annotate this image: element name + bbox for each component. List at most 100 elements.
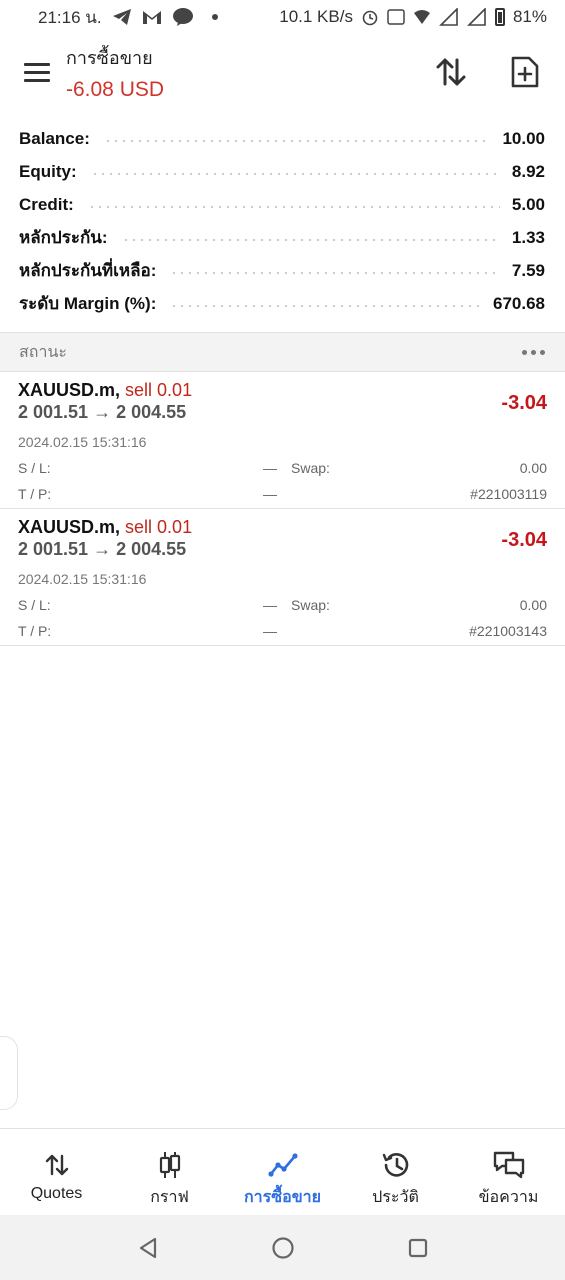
- summary-value: 670.68: [493, 293, 545, 313]
- summary-label: ระดับ Margin (%):: [19, 294, 157, 313]
- wifi-icon: [413, 9, 431, 25]
- position-details: S / L: — Swap: 0.00 T / P: — #221003119: [18, 460, 547, 512]
- position-time: 2024.02.15 15:31:16: [18, 571, 147, 587]
- position-profit: -3.04: [501, 392, 547, 414]
- home-circle-icon: [271, 1236, 294, 1259]
- quotes-arrows-icon: [44, 1149, 70, 1181]
- tp-label: T / P:: [18, 486, 52, 502]
- nav-label: ข้อความ: [478, 1189, 539, 1206]
- summary-row-margin: หลักประกัน: 1.33: [0, 221, 565, 254]
- dotted-leader: [170, 304, 481, 307]
- summary-label: หลักประกัน:: [19, 228, 108, 247]
- gmail-icon: [142, 9, 162, 25]
- tp-value: —: [263, 623, 277, 639]
- menu-button[interactable]: [24, 52, 64, 92]
- trade-line-icon: [267, 1149, 298, 1181]
- sort-button[interactable]: [433, 54, 469, 90]
- app-header: การซื้อขาย -6.08 USD: [0, 34, 565, 110]
- new-order-button[interactable]: [507, 54, 543, 90]
- battery-icon: [494, 8, 505, 26]
- ticket-number: #221003119: [470, 486, 547, 502]
- candlestick-chart-icon: [157, 1149, 183, 1181]
- summary-value: 8.92: [511, 161, 545, 181]
- line-app-icon: [172, 7, 194, 27]
- sort-arrows-icon: [436, 58, 466, 86]
- summary-row-balance: Balance: 10.00: [0, 122, 565, 155]
- messages-icon: [492, 1149, 526, 1181]
- summary-row-margin-level: ระดับ Margin (%): 670.68: [0, 287, 565, 320]
- dotted-leader: [87, 205, 500, 208]
- position-symbol: XAUUSD.m,: [18, 380, 121, 400]
- nav-trade[interactable]: การซื้อขาย: [226, 1129, 339, 1215]
- swap-label: Swap:: [291, 460, 330, 476]
- status-time: 21:16 น.: [38, 7, 102, 27]
- history-clock-icon: [381, 1149, 411, 1181]
- home-button[interactable]: [263, 1228, 303, 1268]
- summary-row-equity: Equity: 8.92: [0, 155, 565, 188]
- recents-square-icon: [408, 1238, 427, 1257]
- side-panel-handle[interactable]: [0, 1036, 18, 1110]
- dotted-leader: [90, 172, 500, 175]
- signal-1-icon: [439, 8, 459, 26]
- sl-value: —: [263, 597, 277, 613]
- position-details: S / L: — Swap: 0.00 T / P: — #221003143: [18, 597, 547, 649]
- nav-history[interactable]: ประวัติ: [339, 1129, 452, 1215]
- new-document-icon: [511, 56, 539, 88]
- nav-chart[interactable]: กราฟ: [113, 1129, 226, 1215]
- dotted-leader: [121, 238, 500, 241]
- position-side: sell 0.01: [125, 380, 193, 400]
- alarm-icon: [361, 8, 379, 26]
- title-block: การซื้อขาย -6.08 USD: [66, 43, 164, 102]
- more-options-icon[interactable]: [522, 349, 545, 355]
- tp-value: —: [263, 486, 277, 502]
- battery-percent: 81%: [512, 7, 547, 26]
- summary-value: 5.00: [511, 194, 545, 214]
- telegram-icon: [112, 8, 132, 26]
- section-title: สถานะ: [19, 343, 67, 361]
- signal-2-icon: [467, 8, 487, 26]
- summary-label: Credit:: [19, 194, 74, 214]
- nav-label: การซื้อขาย: [243, 1189, 322, 1206]
- positions-list: XAUUSD.m, sell 0.01 2 001.51 → 2 004.55 …: [0, 372, 565, 646]
- position-side: sell 0.01: [125, 517, 193, 537]
- tp-label: T / P:: [18, 623, 52, 639]
- swap-value: 0.00: [519, 460, 547, 476]
- summary-label: หลักประกันที่เหลือ:: [19, 261, 157, 280]
- ticket-number: #221003143: [469, 623, 547, 639]
- position-profit: -3.04: [501, 529, 547, 551]
- position-item[interactable]: XAUUSD.m, sell 0.01 2 001.51 → 2 004.55 …: [0, 509, 565, 646]
- back-triangle-icon: [139, 1237, 156, 1258]
- notification-dot-icon: [211, 14, 218, 20]
- position-symbol: XAUUSD.m,: [18, 517, 121, 537]
- summary-value: 7.59: [511, 260, 545, 280]
- summary-value: 1.33: [511, 227, 545, 247]
- nav-messages[interactable]: ข้อความ: [452, 1129, 565, 1215]
- bottom-navigation: Quotes กราฟ การซื้อขาย ประวัติ ข้อความ: [0, 1128, 565, 1215]
- recents-button[interactable]: [398, 1228, 438, 1268]
- summary-label: Balance:: [19, 128, 90, 148]
- dotted-leader: [103, 139, 491, 142]
- balance-change: -6.08 USD: [66, 77, 165, 101]
- network-speed: 10.1 KB/s: [279, 7, 353, 26]
- nav-quotes[interactable]: Quotes: [0, 1129, 113, 1215]
- summary-value: 10.00: [502, 128, 545, 148]
- page-title: การซื้อขาย: [66, 47, 153, 68]
- summary-row-free-margin: หลักประกันที่เหลือ: 7.59: [0, 254, 565, 287]
- dotted-leader: [170, 271, 500, 274]
- system-navigation-bar: [0, 1215, 565, 1280]
- status-bar: 21:16 น. 10.1 KB/s 81%: [0, 0, 565, 34]
- position-prices: 2 001.51 → 2 004.55: [18, 402, 187, 422]
- nav-label: Quotes: [30, 1185, 83, 1202]
- nav-label: กราฟ: [150, 1189, 189, 1206]
- sl-value: —: [263, 460, 277, 476]
- swap-value: 0.00: [519, 597, 547, 613]
- swap-label: Swap:: [291, 597, 330, 613]
- sl-label: S / L:: [18, 460, 51, 476]
- nav-label: ประวัติ: [372, 1189, 419, 1206]
- position-time: 2024.02.15 15:31:16: [18, 434, 147, 450]
- auto-icon: [387, 9, 405, 25]
- position-item[interactable]: XAUUSD.m, sell 0.01 2 001.51 → 2 004.55 …: [0, 372, 565, 509]
- summary-label: Equity:: [19, 161, 77, 181]
- back-button[interactable]: [128, 1228, 168, 1268]
- position-prices: 2 001.51 → 2 004.55: [18, 539, 187, 559]
